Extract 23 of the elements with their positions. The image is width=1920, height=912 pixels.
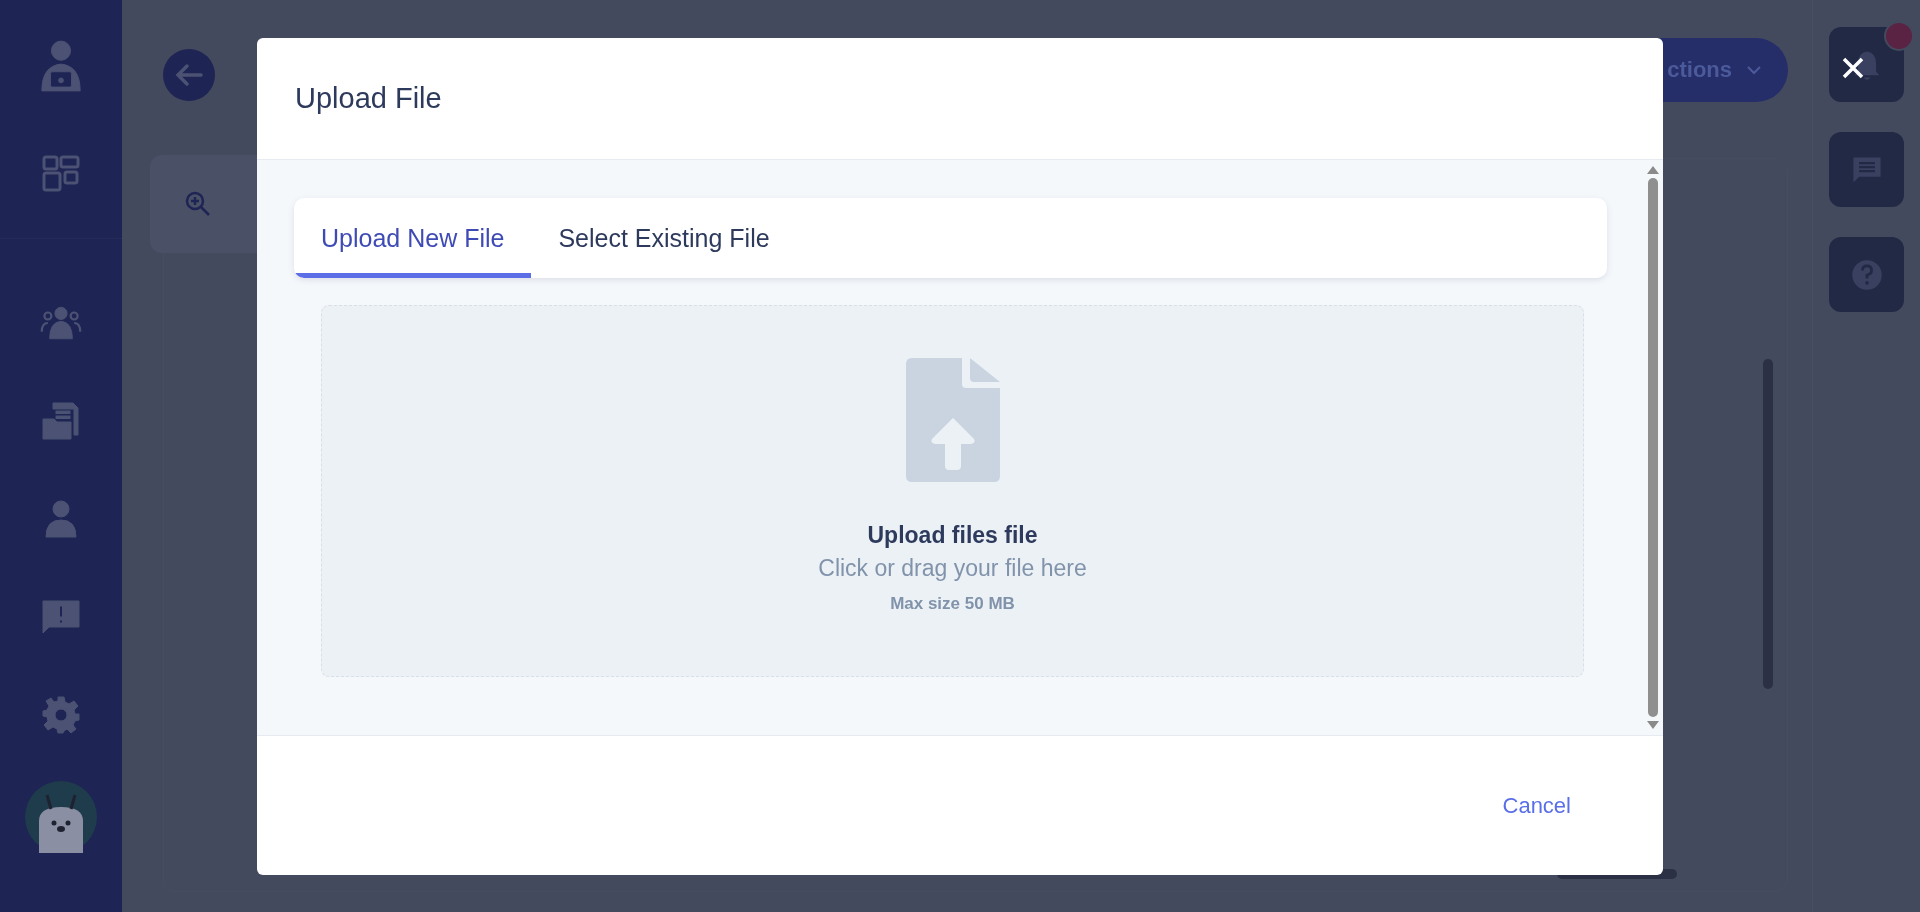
folder-documents-icon[interactable] [40,401,82,441]
dropzone-title: Upload files file [867,522,1038,549]
dialog-title: Upload File [295,82,442,115]
dashboard-icon[interactable] [40,154,82,194]
chat-button[interactable] [1829,132,1904,207]
tab[interactable]: Upload New File [294,198,532,278]
cancel-button[interactable]: Cancel [1498,786,1575,825]
caret-icon [1746,65,1762,75]
dropzone-hint: Click or drag your file here [818,555,1087,582]
help-icon [1849,257,1884,292]
user-laptop-icon[interactable] [38,38,84,94]
close-icon[interactable] [1841,56,1865,80]
settings-icon[interactable] [40,695,82,735]
help-button[interactable] [1829,237,1904,312]
file-dropzone[interactable]: Upload files file Click or drag your file here Max size 50 MB [321,305,1584,677]
scrollbar[interactable] [1763,359,1773,689]
tab[interactable]: Select Existing File [531,198,797,278]
avatar[interactable] [25,781,97,853]
size-limit: Max size 50 MB [890,594,1015,614]
back-arrow-button[interactable] [163,49,215,101]
file-upload-icon [905,358,1000,482]
notifications-button[interactable] [1829,27,1904,102]
zoom-in-icon[interactable] [184,190,212,218]
